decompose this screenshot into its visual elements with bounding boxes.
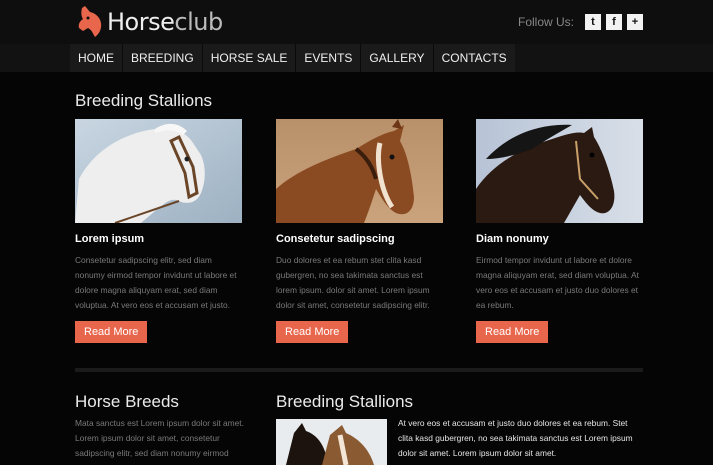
- nav-horse-sale[interactable]: HORSE SALE: [203, 44, 297, 72]
- read-more-button[interactable]: Read More: [476, 321, 549, 343]
- read-more-button[interactable]: Read More: [75, 321, 148, 343]
- white-horse-image[interactable]: [75, 119, 242, 223]
- horses-thumbnail-image[interactable]: [276, 419, 387, 465]
- stallion-card: Diam nonumy Eirmod tempor invidunt ut la…: [476, 119, 644, 343]
- social-bar: Follow Us: t f +: [518, 14, 643, 30]
- stallion-card: Lorem ipsum Consetetur sadipscing elitr,…: [75, 119, 243, 343]
- logo[interactable]: Horseclub: [75, 3, 223, 41]
- read-more-button[interactable]: Read More: [276, 321, 349, 343]
- horse-breeds-text: Mata sanctus est Lorem ipsum dolor sit a…: [75, 418, 244, 465]
- facebook-icon[interactable]: f: [606, 14, 622, 30]
- breeding-stallions-title: Breeding Stallions: [276, 392, 414, 411]
- dark-horse-image[interactable]: [476, 119, 643, 223]
- logo-text-accent: club: [174, 8, 223, 36]
- card-description: Duo dolores et ea rebum stet clita kasd …: [276, 255, 430, 310]
- nav-events[interactable]: EVENTS: [296, 44, 362, 72]
- section-divider: [75, 368, 643, 372]
- bay-horse-image[interactable]: [276, 119, 443, 223]
- logo-text-main: Horse: [107, 8, 175, 36]
- breeding-stallions-text: At vero eos et accusam et justo duo dolo…: [398, 418, 633, 458]
- section-title: Breeding Stallions: [75, 91, 213, 110]
- plus-icon[interactable]: +: [627, 14, 643, 30]
- logo-text: Horseclub: [107, 8, 223, 36]
- follow-label: Follow Us:: [517, 15, 574, 29]
- horse-breeds-title: Horse Breeds: [75, 392, 179, 411]
- twitter-icon[interactable]: t: [585, 14, 601, 30]
- header: Horseclub Follow Us: t f +: [0, 0, 713, 44]
- main-nav: HOME BREEDING HORSE SALE EVENTS GALLERY …: [70, 44, 515, 72]
- stallion-card: Consetetur sadipscing Duo dolores et ea …: [276, 119, 444, 343]
- nav-gallery[interactable]: GALLERY: [361, 44, 434, 72]
- card-title: Consetetur sadipscing: [276, 233, 395, 245]
- nav-contacts[interactable]: CONTACTS: [434, 44, 515, 72]
- nav-breeding[interactable]: BREEDING: [123, 44, 203, 72]
- card-title: Diam nonumy: [476, 233, 549, 245]
- card-description: Eirmod tempor invidunt ut labore et dolo…: [476, 255, 639, 310]
- nav-home[interactable]: HOME: [70, 44, 123, 72]
- horse-head-logo-icon: [78, 6, 102, 37]
- card-description: Consetetur sadipscing elitr, sed diam no…: [75, 255, 237, 310]
- card-title: Lorem ipsum: [75, 233, 145, 245]
